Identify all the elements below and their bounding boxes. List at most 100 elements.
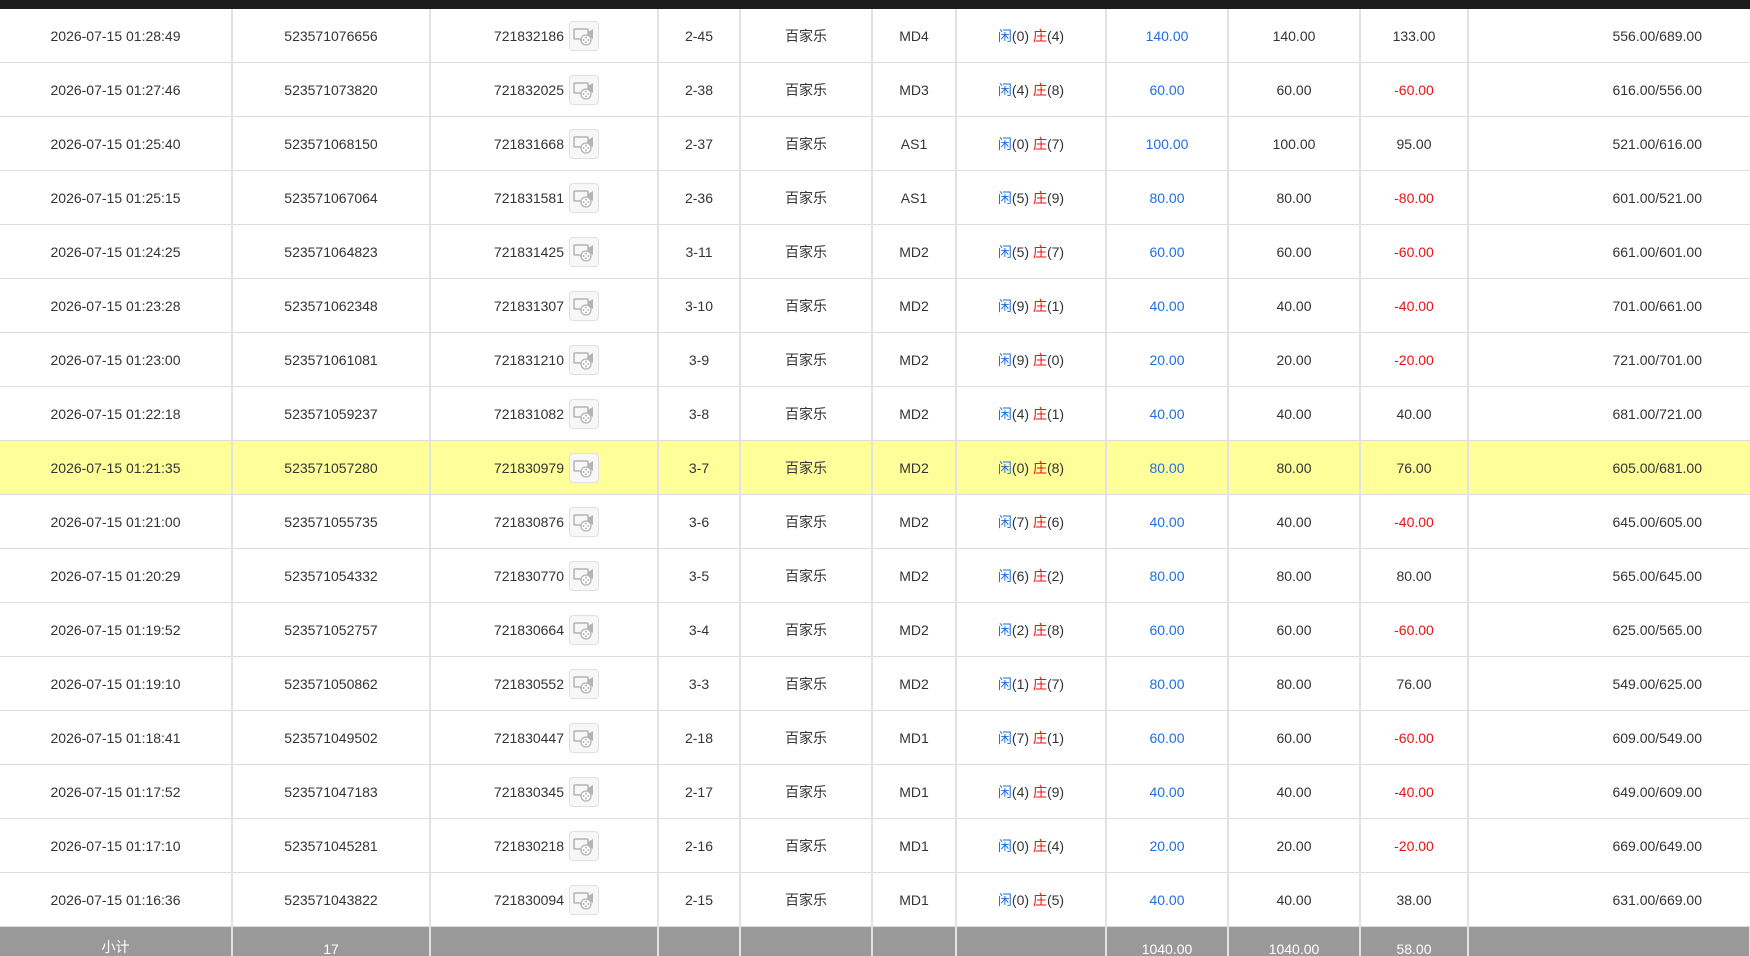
game-type: 百家乐 [740, 9, 873, 63]
bet-time: 2026-07-15 01:21:00 [0, 494, 233, 549]
round-cell: 721831425 [430, 224, 659, 279]
video-replay-button[interactable] [569, 506, 599, 537]
bet-time: 2026-07-15 01:22:18 [0, 386, 233, 441]
table-row: 2026-07-15 01:21:00 523571055735 7218308… [0, 494, 1750, 549]
table-row: 2026-07-15 01:19:52 523571052757 7218306… [0, 602, 1750, 657]
round-id: 721832025 [493, 81, 564, 98]
order-id: 523571054332 [232, 548, 431, 603]
banker-score: (0) [1046, 351, 1065, 368]
banker-label: 庄 [1032, 297, 1047, 314]
valid-bet: 40.00 [1228, 278, 1361, 333]
video-replay-button[interactable] [569, 614, 599, 645]
win-loss: 133.00 [1360, 9, 1469, 63]
video-replay-button[interactable] [569, 344, 599, 375]
video-replay-button[interactable] [569, 884, 599, 915]
bet-time: 2026-07-15 01:19:52 [0, 602, 233, 657]
table-row: 2026-07-15 01:20:29 523571054332 7218307… [0, 548, 1750, 603]
order-id: 523571059237 [232, 386, 431, 441]
subtotal-row: 小计 17 1040.00 1040.00 58.00 [0, 926, 1750, 956]
banker-label: 庄 [1032, 513, 1047, 530]
player-label: 闲 [997, 837, 1012, 854]
shoe-round: 3-11 [658, 224, 741, 279]
banker-score: (7) [1046, 135, 1065, 152]
game-type: 百家乐 [740, 872, 873, 927]
balance: 669.00/649.00 [1468, 818, 1750, 873]
round-cell: 721831082 [430, 386, 659, 441]
video-replay-icon [573, 459, 593, 478]
round-id: 721830345 [493, 783, 564, 800]
video-replay-button[interactable] [569, 236, 599, 267]
result-cell: 闲(6) 庄(2) [956, 548, 1107, 603]
video-replay-button[interactable] [569, 182, 599, 213]
table-code: MD2 [872, 440, 957, 495]
video-replay-icon [573, 27, 593, 46]
game-type: 百家乐 [740, 494, 873, 549]
result-cell: 闲(5) 庄(9) [956, 170, 1107, 225]
bet-amount: 80.00 [1106, 656, 1229, 711]
video-replay-button[interactable] [569, 776, 599, 807]
banker-score: (9) [1046, 189, 1065, 206]
shoe-round: 2-37 [658, 116, 741, 171]
player-label: 闲 [997, 459, 1012, 476]
order-id: 523571073820 [232, 62, 431, 117]
banker-label: 庄 [1032, 459, 1047, 476]
player-score: (1) [1011, 675, 1030, 692]
video-replay-button[interactable] [569, 722, 599, 753]
video-replay-button[interactable] [569, 74, 599, 105]
shoe-round: 3-10 [658, 278, 741, 333]
banker-label: 庄 [1032, 675, 1047, 692]
video-replay-button[interactable] [569, 830, 599, 861]
round-cell: 721830876 [430, 494, 659, 549]
table-code: MD2 [872, 224, 957, 279]
video-replay-button[interactable] [569, 560, 599, 591]
subtotal-count: 17 [232, 926, 431, 956]
table-code: MD2 [872, 386, 957, 441]
video-replay-button[interactable] [569, 128, 599, 159]
table-row: 2026-07-15 01:18:41 523571049502 7218304… [0, 710, 1750, 765]
shoe-round: 2-38 [658, 62, 741, 117]
video-replay-button[interactable] [569, 668, 599, 699]
win-loss: -80.00 [1360, 170, 1469, 225]
player-label: 闲 [997, 135, 1012, 152]
valid-bet: 60.00 [1228, 602, 1361, 657]
balance: 631.00/669.00 [1468, 872, 1750, 927]
banker-label: 庄 [1032, 729, 1047, 746]
video-replay-button[interactable] [569, 20, 599, 51]
game-type: 百家乐 [740, 764, 873, 819]
table-code: MD1 [872, 710, 957, 765]
video-replay-button[interactable] [569, 452, 599, 483]
video-replay-icon [573, 837, 593, 856]
banker-score: (6) [1046, 513, 1065, 530]
player-label: 闲 [997, 27, 1012, 44]
bet-time: 2026-07-15 01:23:00 [0, 332, 233, 387]
bet-amount: 40.00 [1106, 386, 1229, 441]
table-row: 2026-07-15 01:17:10 523571045281 7218302… [0, 818, 1750, 873]
bet-amount: 80.00 [1106, 548, 1229, 603]
bet-records-table: 2026-07-15 01:28:49 523571076656 7218321… [0, 9, 1750, 956]
subtotal-empty [658, 926, 741, 956]
order-id: 523571045281 [232, 818, 431, 873]
banker-score: (1) [1046, 297, 1065, 314]
video-replay-icon [573, 135, 593, 154]
round-cell: 721832186 [430, 9, 659, 63]
valid-bet: 80.00 [1228, 170, 1361, 225]
video-replay-button[interactable] [569, 290, 599, 321]
bet-amount: 60.00 [1106, 710, 1229, 765]
banker-score: (7) [1046, 675, 1065, 692]
player-score: (7) [1011, 729, 1030, 746]
game-type: 百家乐 [740, 62, 873, 117]
balance: 645.00/605.00 [1468, 494, 1750, 549]
order-id: 523571052757 [232, 602, 431, 657]
video-replay-icon [573, 783, 593, 802]
player-label: 闲 [997, 621, 1012, 638]
valid-bet: 80.00 [1228, 656, 1361, 711]
video-replay-button[interactable] [569, 398, 599, 429]
result-cell: 闲(0) 庄(5) [956, 872, 1107, 927]
game-type: 百家乐 [740, 278, 873, 333]
valid-bet: 60.00 [1228, 710, 1361, 765]
banker-label: 庄 [1032, 351, 1047, 368]
banker-label: 庄 [1032, 783, 1047, 800]
valid-bet: 100.00 [1228, 116, 1361, 171]
win-loss: -40.00 [1360, 764, 1469, 819]
balance: 625.00/565.00 [1468, 602, 1750, 657]
